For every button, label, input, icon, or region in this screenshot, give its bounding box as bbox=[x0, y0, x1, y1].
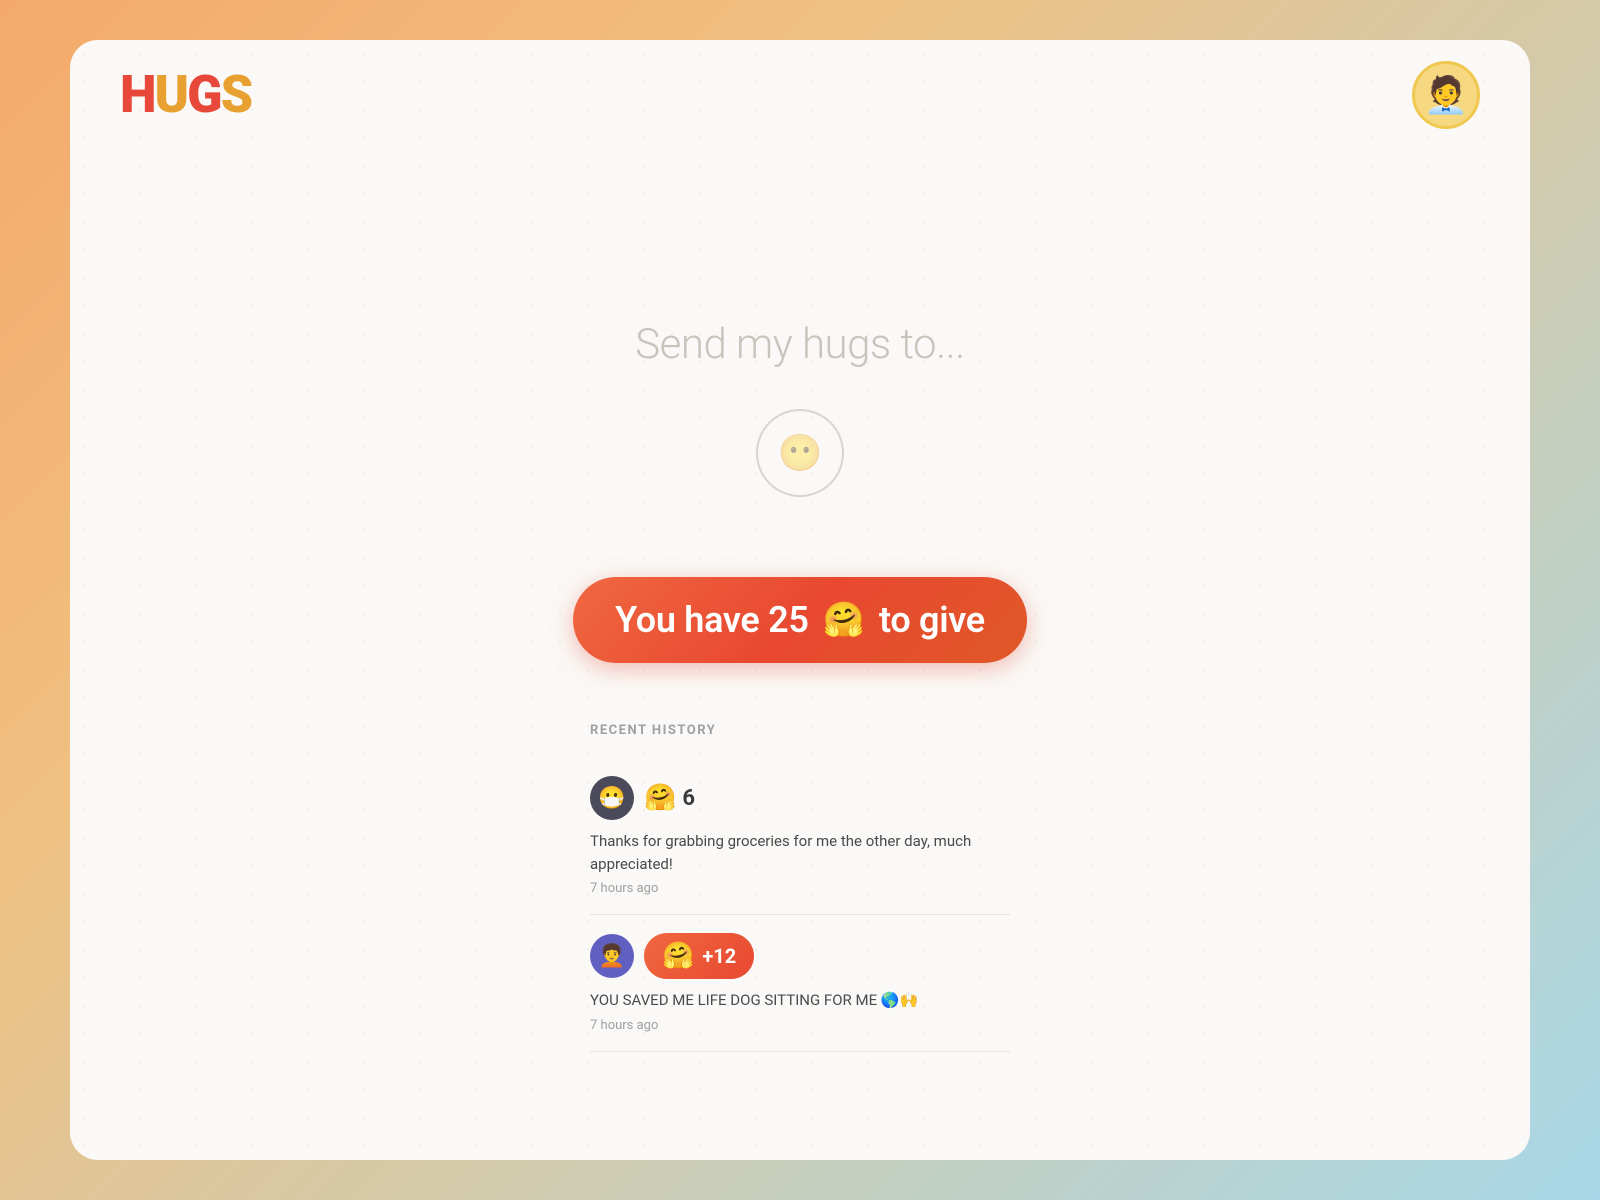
logo-s: S bbox=[221, 69, 252, 121]
history-time: 7 hours ago bbox=[590, 881, 1010, 896]
recipient-selector[interactable]: 😶 bbox=[756, 409, 844, 497]
history-message: Thanks for grabbing groceries for me the… bbox=[590, 830, 1010, 875]
history-item: 😷 🤗 6 Thanks for grabbing groceries for … bbox=[590, 758, 1010, 915]
hug-pill-suffix: to give bbox=[879, 599, 985, 641]
history-item: 🧑‍🦱 🤗 +12 YOU SAVED ME LIFE DOG SITTING … bbox=[590, 915, 1010, 1052]
send-label: Send my hugs to... bbox=[635, 320, 965, 369]
recent-history-label: RECENT HISTORY bbox=[590, 723, 1010, 738]
history-message: YOU SAVED ME LIFE DOG SITTING FOR ME 🌎🙌 bbox=[590, 989, 1010, 1012]
app-card: H U G S 🧑‍💼 Send my hugs to... 😶 You hav… bbox=[70, 40, 1530, 1160]
hug-badge-pill: 🤗 +12 bbox=[644, 933, 754, 979]
history-item-top: 😷 🤗 6 bbox=[590, 776, 1010, 820]
history-sender-emoji: 🧑‍🦱 bbox=[598, 944, 625, 969]
history-sender-avatar: 🧑‍🦱 bbox=[590, 934, 634, 978]
history-sender-avatar: 😷 bbox=[590, 776, 634, 820]
user-avatar[interactable]: 🧑‍💼 bbox=[1412, 61, 1480, 129]
history-time: 7 hours ago bbox=[590, 1018, 1010, 1033]
hug-badge-emoji: 🤗 bbox=[644, 783, 676, 813]
user-avatar-emoji: 🧑‍💼 bbox=[1424, 77, 1469, 113]
header: H U G S 🧑‍💼 bbox=[70, 40, 1530, 150]
hug-badge-count: +12 bbox=[702, 944, 736, 968]
hug-pill-emoji: 🤗 bbox=[823, 603, 865, 637]
recipient-placeholder-icon: 😶 bbox=[778, 432, 823, 474]
logo-h: H bbox=[120, 69, 155, 121]
hug-badge-count: 6 bbox=[682, 786, 695, 811]
main-content: Send my hugs to... 😶 You have 25 🤗 to gi… bbox=[70, 40, 1530, 1160]
history-item-top: 🧑‍🦱 🤗 +12 bbox=[590, 933, 1010, 979]
history-sender-emoji: 😷 bbox=[598, 786, 625, 811]
logo-u: U bbox=[155, 69, 188, 121]
recent-history: RECENT HISTORY 😷 🤗 6 Thanks for grabbing… bbox=[590, 723, 1010, 1052]
hug-pill-prefix: You have 25 bbox=[615, 599, 809, 641]
hug-badge: 🤗 6 bbox=[644, 783, 695, 813]
hug-count-pill[interactable]: You have 25 🤗 to give bbox=[573, 577, 1027, 663]
app-logo[interactable]: H U G S bbox=[120, 69, 251, 121]
hug-badge-emoji: 🤗 bbox=[662, 941, 694, 971]
logo-g: G bbox=[187, 69, 220, 121]
